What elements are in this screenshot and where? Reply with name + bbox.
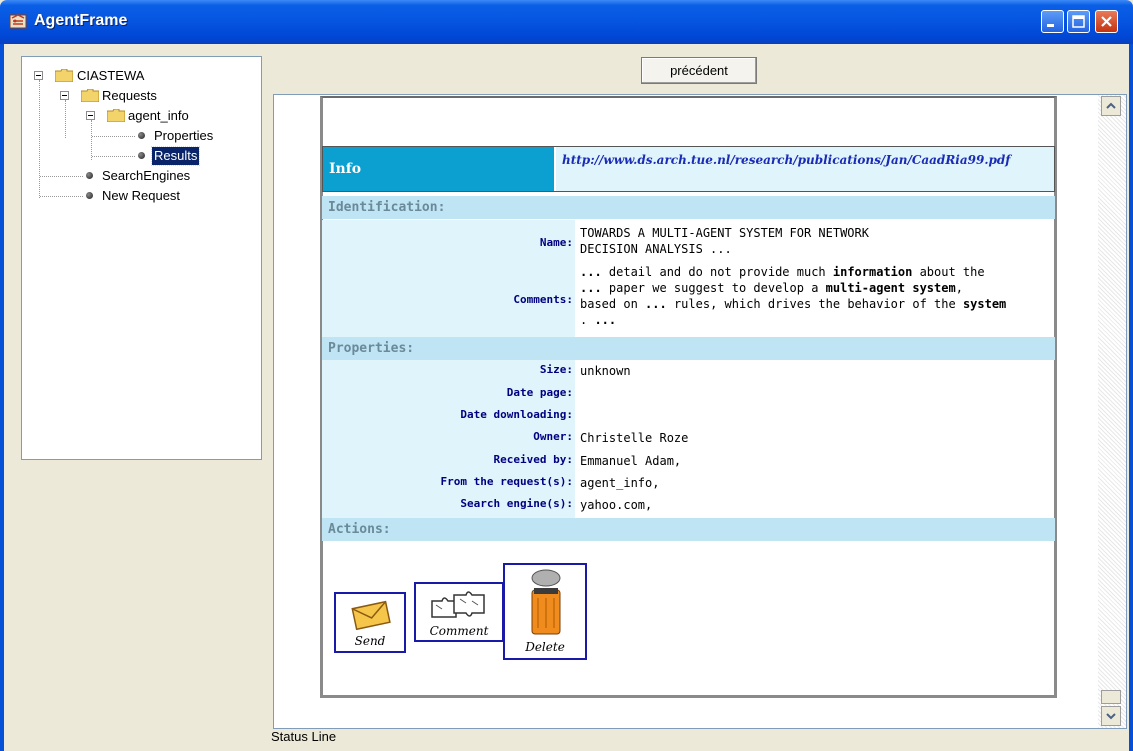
collapse-icon[interactable] bbox=[34, 71, 43, 80]
identification-section-header: Identification: bbox=[322, 196, 1055, 219]
tree-node-requests[interactable]: Requests bbox=[60, 87, 240, 105]
name-label: Name: bbox=[539, 236, 573, 249]
maximize-icon bbox=[1072, 15, 1085, 28]
name-line: DECISION ANALYSIS ... bbox=[580, 242, 732, 256]
comment-text: ... bbox=[594, 313, 617, 327]
leaf-icon bbox=[138, 132, 145, 139]
tree-line bbox=[91, 120, 92, 160]
maximize-button[interactable] bbox=[1067, 10, 1090, 33]
tree-node-properties[interactable]: Properties bbox=[138, 127, 248, 145]
window-border-right bbox=[1129, 44, 1133, 751]
status-line: Status Line bbox=[271, 729, 337, 744]
tree-node-ciastewa[interactable]: CIASTEWA bbox=[34, 67, 234, 85]
comment-text: about the bbox=[912, 265, 985, 279]
comment-text: paper we suggest to develop a bbox=[601, 281, 826, 295]
size-value: unknown bbox=[580, 364, 631, 378]
collapse-icon[interactable] bbox=[60, 91, 69, 100]
comment-text: multi-agent system bbox=[825, 281, 956, 295]
leaf-icon bbox=[86, 172, 93, 179]
tree-panel[interactable]: CIASTEWA Requests agent_info Properties … bbox=[21, 56, 262, 460]
comment-text: based on bbox=[580, 297, 646, 311]
tree-node-agent-info[interactable]: agent_info bbox=[86, 107, 246, 125]
search-engine-value: yahoo.com, bbox=[580, 498, 653, 512]
delete-button[interactable]: Delete bbox=[503, 563, 587, 660]
close-button[interactable] bbox=[1095, 10, 1118, 33]
from-request-value: agent_info, bbox=[580, 476, 660, 490]
received-by-value: Emmanuel Adam, bbox=[580, 454, 682, 468]
scroll-up-button[interactable] bbox=[1101, 96, 1121, 116]
window-title: AgentFrame bbox=[34, 12, 128, 29]
puzzle-icon bbox=[431, 591, 485, 618]
date-page-label: Date page: bbox=[506, 386, 573, 399]
comment-button[interactable]: Comment bbox=[414, 582, 504, 642]
comment-text: . bbox=[580, 313, 595, 327]
comment-text: information bbox=[832, 265, 913, 279]
scroll-down-button[interactable] bbox=[1101, 706, 1121, 726]
scroll-thumb[interactable] bbox=[1101, 690, 1121, 704]
comments-label: Comments: bbox=[513, 293, 573, 306]
tree-label: Requests bbox=[102, 88, 157, 103]
envelope-icon bbox=[351, 600, 391, 630]
tree-label: Properties bbox=[154, 128, 214, 143]
owner-label: Owner: bbox=[533, 430, 573, 443]
leaf-icon bbox=[138, 152, 145, 159]
comment-label: Comment bbox=[429, 624, 489, 638]
tree-line bbox=[39, 80, 40, 198]
minimize-button[interactable] bbox=[1041, 10, 1064, 33]
comment-text: detail and do not provide much bbox=[601, 265, 833, 279]
tree-label: New Request bbox=[102, 188, 181, 203]
tree-label: agent_info bbox=[128, 108, 189, 123]
tree-line bbox=[92, 156, 135, 157]
title-bar[interactable]: AgentFrame bbox=[0, 0, 1133, 44]
folder-icon bbox=[81, 89, 99, 102]
tree-label: CIASTEWA bbox=[77, 68, 145, 83]
vertical-scrollbar[interactable] bbox=[1098, 95, 1126, 728]
tree-line bbox=[65, 100, 66, 138]
folder-icon bbox=[55, 69, 73, 82]
close-icon bbox=[1101, 16, 1112, 27]
comment-text: ... bbox=[580, 281, 602, 295]
delete-label: Delete bbox=[525, 640, 565, 654]
size-label: Size: bbox=[539, 363, 573, 376]
arrow-up-icon bbox=[1106, 102, 1116, 109]
tree-node-results[interactable]: Results bbox=[138, 146, 248, 166]
leaf-icon bbox=[86, 192, 93, 199]
arrow-down-icon bbox=[1106, 713, 1116, 720]
owner-value: Christelle Roze bbox=[580, 431, 689, 445]
send-button[interactable]: Send bbox=[334, 592, 406, 653]
properties-section-header: Properties: bbox=[322, 337, 1055, 360]
tree-node-search-engines[interactable]: SearchEngines bbox=[86, 167, 246, 185]
comment-text: rules, which drives the behavior of the bbox=[666, 297, 963, 311]
tree-label: SearchEngines bbox=[102, 168, 191, 183]
folder-icon bbox=[107, 109, 125, 122]
tree-label-selected: Results bbox=[150, 146, 201, 166]
window-border-left bbox=[0, 44, 4, 751]
date-downloading-label: Date downloading: bbox=[460, 408, 573, 421]
tree-line bbox=[40, 196, 83, 197]
app-icon bbox=[9, 14, 27, 29]
actions-section-header: Actions: bbox=[322, 518, 1055, 541]
name-value: TOWARDS A MULTI-AGENT SYSTEM FOR NETWORK… bbox=[580, 225, 869, 257]
previous-button[interactable]: précédent bbox=[641, 57, 757, 84]
comments-value: ... detail and do not provide much infor… bbox=[580, 264, 1050, 328]
search-engine-label: Search engine(s): bbox=[460, 497, 573, 510]
send-label: Send bbox=[354, 634, 386, 648]
received-by-label: Received by: bbox=[493, 453, 573, 466]
document-url-link[interactable]: http://www.ds.arch.tue.nl/research/publi… bbox=[556, 147, 1054, 191]
from-request-label: From the request(s): bbox=[440, 475, 573, 488]
comment-text: system bbox=[962, 297, 1007, 311]
tree-line bbox=[92, 136, 135, 137]
comment-text: ... bbox=[645, 297, 667, 311]
tree-line bbox=[40, 176, 83, 177]
collapse-icon[interactable] bbox=[86, 111, 95, 120]
tree-node-new-request[interactable]: New Request bbox=[86, 187, 246, 205]
minimize-icon bbox=[1047, 24, 1054, 27]
comment-text: , bbox=[955, 281, 963, 295]
trash-can-icon bbox=[531, 569, 561, 635]
name-line: TOWARDS A MULTI-AGENT SYSTEM FOR NETWORK bbox=[580, 226, 869, 240]
comment-text: ... bbox=[580, 265, 602, 279]
info-label: Info bbox=[323, 147, 554, 191]
